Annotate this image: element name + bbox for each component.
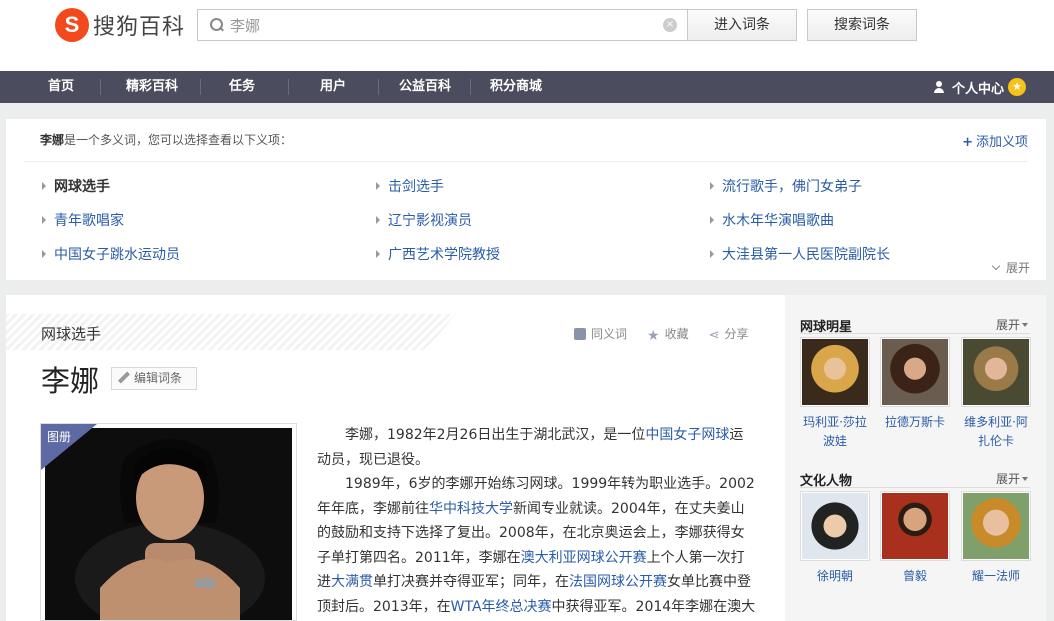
search-input[interactable] [230, 16, 650, 34]
expand-senses-button[interactable]: 展开 [991, 259, 1030, 276]
link-chinese-womens-tennis[interactable]: 中国女子网球 [645, 427, 729, 443]
caret-right-icon [710, 250, 714, 258]
related-sidebar: 网球明星 展开 玛利亚·莎拉波娃 拉德万斯卡 维多利亚·阿扎伦卡 文化人物 展开… [785, 295, 1046, 621]
synonym-button[interactable]: 同义词 [574, 325, 627, 342]
sense-item[interactable]: 广西艺术学院教授 [376, 244, 500, 264]
caret-right-icon [376, 250, 380, 258]
enter-entry-button[interactable]: 进入词条 [687, 9, 797, 41]
sense-item[interactable]: 中国女子跳水运动员 [42, 244, 180, 264]
nav-item-points-mall[interactable]: 积分商城 [480, 71, 552, 103]
avatar [880, 337, 950, 407]
related-person[interactable]: 曾毅 [880, 491, 950, 586]
nav-divider [470, 79, 471, 95]
expand-section-button[interactable]: 展开 [996, 470, 1028, 487]
coin-icon: ★ [1008, 78, 1026, 96]
synonym-icon [574, 327, 586, 340]
career-paragraph: 1989年，6岁的李娜开始练习网球。1999年转为职业选手。2002年年底，李娜… [317, 476, 756, 615]
search-box: × [197, 9, 687, 41]
link-grand-slam[interactable]: 大满贯 [331, 574, 373, 590]
avatar [800, 337, 870, 407]
nav-item-home[interactable]: 首页 [30, 71, 92, 103]
caret-right-icon [710, 216, 714, 224]
expand-section-button[interactable]: 展开 [996, 316, 1028, 333]
link-french-open[interactable]: 法国网球公开赛 [569, 574, 667, 590]
person-icon [933, 81, 944, 93]
sense-item[interactable]: 流行歌手，佛门女弟子 [710, 176, 862, 196]
nav-divider [200, 79, 201, 95]
main-nav: 首页 精彩百科 任务 用户 公益百科 积分商城 个人中心 ★ [0, 71, 1054, 103]
caret-right-icon [42, 250, 46, 258]
nav-item-featured[interactable]: 精彩百科 [110, 71, 194, 103]
divider [800, 487, 1030, 488]
clear-icon[interactable]: × [663, 18, 677, 32]
related-person[interactable]: 徐明朝 [800, 491, 870, 586]
share-icon: ⋖ [708, 327, 720, 343]
nav-item-users[interactable]: 用户 [300, 71, 366, 103]
summary-paragraph: 李娜，1982年2月26日出生于湖北武汉，是一位中国女子网球运动员，现已退役。 [317, 427, 744, 468]
nav-item-tasks[interactable]: 任务 [210, 71, 274, 103]
logo-text: 搜狗百科 [93, 15, 186, 40]
entry-tools: 同义词 ★ 收藏 ⋖ 分享 [574, 325, 769, 344]
album-label: 图册 [47, 430, 72, 444]
sense-item[interactable]: 大洼县第一人民医院副院长 [710, 244, 890, 264]
page-title: 李娜 [41, 364, 100, 398]
caret-right-icon [42, 182, 46, 190]
related-person[interactable]: 耀一法师 [961, 491, 1031, 586]
favorite-button[interactable]: ★ 收藏 [647, 325, 689, 344]
caret-down-icon [1022, 323, 1028, 327]
related-person[interactable]: 拉德万斯卡 [880, 337, 950, 432]
avatar [800, 491, 870, 561]
album-photo[interactable]: 图册 [40, 423, 297, 621]
plus-icon: + [962, 135, 973, 150]
edit-entry-button[interactable]: 编辑词条 [111, 367, 197, 390]
avatar [880, 491, 950, 561]
sense-item[interactable]: 辽宁影视演员 [376, 210, 472, 230]
sense-item[interactable]: 水木年华演唱歌曲 [710, 210, 834, 230]
search-entry-button[interactable]: 搜索词条 [807, 9, 917, 41]
share-button[interactable]: ⋖ 分享 [708, 325, 749, 343]
nav-divider [100, 79, 101, 95]
sogou-logo-icon: S [55, 8, 89, 42]
link-hust[interactable]: 华中科技大学 [429, 501, 513, 517]
entry-summary: 李娜，1982年2月26日出生于湖北武汉，是一位中国女子网球运动员，现已退役。 … [317, 423, 757, 619]
chevron-down-icon [991, 261, 1001, 271]
caret-right-icon [42, 216, 46, 224]
disambiguation-intro: 李娜是一个多义词，您可以选择查看以下义项： [40, 133, 293, 147]
sogou-baike-logo[interactable]: S 搜狗百科 [55, 8, 185, 42]
related-person[interactable]: 玛利亚·莎拉波娃 [800, 337, 870, 451]
star-icon: ★ [647, 327, 660, 344]
user-center-label: 个人中心 [951, 81, 1004, 97]
divider [800, 333, 1030, 334]
entry-main: 网球选手 同义词 ★ 收藏 ⋖ 分享 李娜 编辑词条 图册 李娜，1982年2月26… [6, 295, 785, 621]
site-header: S 搜狗百科 × 进入词条 搜索词条 [0, 0, 1054, 71]
avatar [961, 491, 1031, 561]
disambiguation-panel: 李娜是一个多义词，您可以选择查看以下义项： + 添加义项 网球选手 击剑选手 流行… [6, 119, 1046, 280]
add-sense-link[interactable]: + 添加义项 [962, 131, 1028, 150]
user-center-link[interactable]: 个人中心 ★ [933, 71, 1026, 103]
avatar [961, 337, 1031, 407]
caret-right-icon [376, 216, 380, 224]
caret-down-icon [1022, 477, 1028, 481]
nav-divider [378, 79, 379, 95]
nav-item-charity[interactable]: 公益百科 [388, 71, 462, 103]
sense-item[interactable]: 击剑选手 [376, 176, 444, 196]
caret-right-icon [710, 182, 714, 190]
pencil-icon [118, 372, 130, 384]
current-sense-label: 网球选手 [41, 325, 102, 343]
disambiguation-term: 李娜 [40, 133, 65, 147]
link-australian-open[interactable]: 澳大利亚网球公开赛 [521, 550, 647, 566]
link-wta-finals[interactable]: WTA年终总决赛 [451, 599, 552, 615]
divider [24, 161, 1028, 162]
caret-right-icon [376, 182, 380, 190]
nav-divider [288, 79, 289, 95]
search-icon [210, 18, 224, 32]
related-person[interactable]: 维多利亚·阿扎伦卡 [961, 337, 1031, 451]
sense-item[interactable]: 青年歌唱家 [42, 210, 124, 230]
sense-item[interactable]: 网球选手 [42, 176, 110, 196]
